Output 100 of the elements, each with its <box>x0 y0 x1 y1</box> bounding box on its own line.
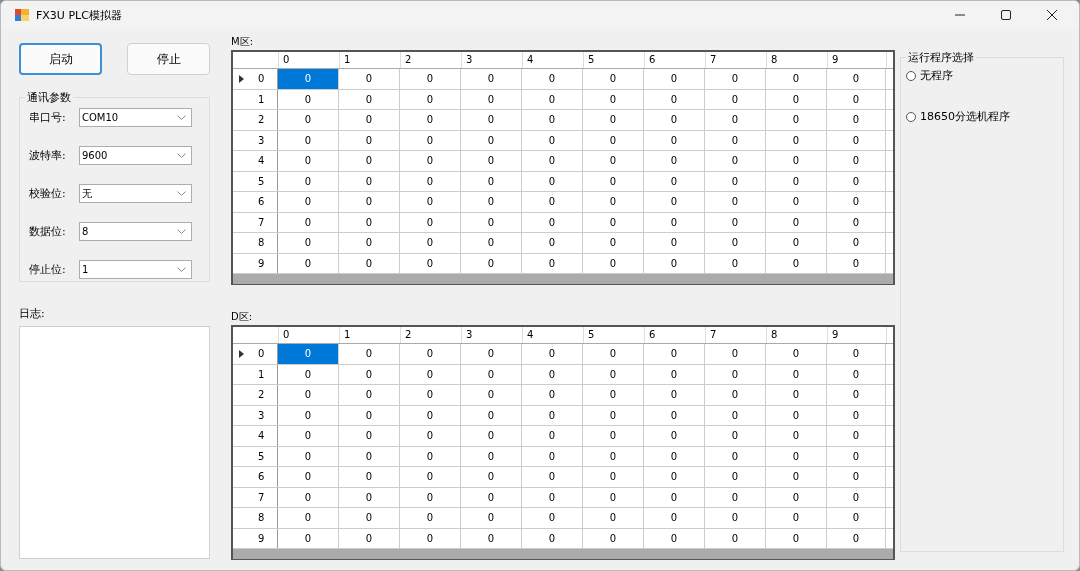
column-header[interactable]: 3 <box>462 327 523 343</box>
table-cell[interactable]: 0 <box>705 405 766 425</box>
column-header[interactable]: 0 <box>279 52 340 68</box>
row-header[interactable]: 8 <box>233 233 278 253</box>
table-cell[interactable]: 0 <box>278 467 339 487</box>
row-header[interactable]: 5 <box>233 171 278 191</box>
table-cell[interactable]: 0 <box>766 364 827 384</box>
table-cell[interactable]: 0 <box>461 130 522 150</box>
table-cell[interactable]: 0 <box>583 344 644 364</box>
table-cell[interactable]: 0 <box>278 253 339 273</box>
close-icon[interactable] <box>1047 10 1057 20</box>
table-cell[interactable]: 0 <box>705 528 766 548</box>
table-cell[interactable]: 0 <box>400 405 461 425</box>
table-cell[interactable]: 0 <box>583 385 644 405</box>
row-header[interactable]: 7 <box>233 487 278 507</box>
table-cell[interactable]: 0 <box>400 364 461 384</box>
table-cell[interactable]: 0 <box>583 364 644 384</box>
table-cell[interactable]: 0 <box>461 253 522 273</box>
table-cell[interactable]: 0 <box>461 171 522 191</box>
table-cell[interactable]: 0 <box>400 171 461 191</box>
table-cell[interactable]: 0 <box>522 151 583 171</box>
table-cell[interactable]: 0 <box>827 385 886 405</box>
table-cell[interactable]: 0 <box>461 110 522 130</box>
table-cell[interactable]: 0 <box>461 426 522 446</box>
table-cell[interactable]: 0 <box>278 171 339 191</box>
table-cell[interactable]: 0 <box>278 364 339 384</box>
table-cell[interactable]: 0 <box>339 487 400 507</box>
table-cell[interactable]: 0 <box>461 487 522 507</box>
table-cell[interactable]: 0 <box>583 487 644 507</box>
row-header[interactable]: 3 <box>233 405 278 425</box>
table-cell[interactable]: 0 <box>766 110 827 130</box>
table-cell[interactable]: 0 <box>827 110 886 130</box>
table-cell[interactable]: 0 <box>583 253 644 273</box>
row-header[interactable]: 8 <box>233 508 278 528</box>
table-cell[interactable]: 0 <box>766 467 827 487</box>
table-cell[interactable]: 0 <box>522 253 583 273</box>
table-cell[interactable]: 0 <box>705 364 766 384</box>
table-cell[interactable]: 0 <box>278 385 339 405</box>
table-cell[interactable]: 0 <box>766 89 827 109</box>
table-cell[interactable]: 0 <box>339 171 400 191</box>
column-header[interactable]: 5 <box>584 327 645 343</box>
table-cell[interactable]: 0 <box>766 130 827 150</box>
scrollbar[interactable] <box>233 274 893 284</box>
row-header[interactable]: 2 <box>233 385 278 405</box>
column-header[interactable]: 7 <box>706 52 767 68</box>
table-cell[interactable]: 0 <box>400 508 461 528</box>
column-header[interactable]: 7 <box>706 327 767 343</box>
table-cell[interactable]: 0 <box>278 130 339 150</box>
table-cell[interactable]: 0 <box>705 192 766 212</box>
action-button[interactable]: 启动 <box>19 43 102 75</box>
table-cell[interactable]: 0 <box>827 426 886 446</box>
table-cell[interactable]: 0 <box>400 69 461 89</box>
table-cell[interactable]: 0 <box>278 446 339 466</box>
table-cell[interactable]: 0 <box>339 192 400 212</box>
table-cell[interactable]: 0 <box>339 130 400 150</box>
row-header[interactable]: 5 <box>233 446 278 466</box>
action-button[interactable]: 停止 <box>127 43 210 75</box>
table-cell[interactable]: 0 <box>278 110 339 130</box>
table-cell[interactable]: 0 <box>827 212 886 232</box>
table-cell[interactable]: 0 <box>644 364 705 384</box>
table-cell[interactable]: 0 <box>766 508 827 528</box>
table-cell[interactable]: 0 <box>705 487 766 507</box>
table-cell[interactable]: 0 <box>766 171 827 191</box>
row-header[interactable]: 1 <box>233 89 278 109</box>
column-header[interactable]: 9 <box>828 327 887 343</box>
table-cell[interactable]: 0 <box>461 89 522 109</box>
table-cell[interactable]: 0 <box>705 446 766 466</box>
table-cell[interactable]: 0 <box>583 110 644 130</box>
table-cell[interactable]: 0 <box>705 171 766 191</box>
table-cell[interactable]: 0 <box>705 385 766 405</box>
table-cell[interactable]: 0 <box>644 528 705 548</box>
table-cell[interactable]: 0 <box>705 69 766 89</box>
table-cell[interactable]: 0 <box>644 405 705 425</box>
table-cell[interactable]: 0 <box>339 467 400 487</box>
table-cell[interactable]: 0 <box>461 192 522 212</box>
table-cell[interactable]: 0 <box>461 446 522 466</box>
table-cell[interactable]: 0 <box>278 151 339 171</box>
table-cell[interactable]: 0 <box>705 212 766 232</box>
table-cell[interactable]: 0 <box>522 89 583 109</box>
table-cell[interactable]: 0 <box>827 192 886 212</box>
table-cell[interactable]: 0 <box>522 528 583 548</box>
table-cell[interactable]: 0 <box>644 69 705 89</box>
combo-box[interactable]: 1 <box>79 260 192 279</box>
combo-box[interactable]: 8 <box>79 222 192 241</box>
table-cell[interactable]: 0 <box>644 385 705 405</box>
table-cell[interactable]: 0 <box>461 344 522 364</box>
table-cell[interactable]: 0 <box>522 405 583 425</box>
table-cell[interactable]: 0 <box>705 89 766 109</box>
table-cell[interactable]: 0 <box>766 192 827 212</box>
table-cell[interactable]: 0 <box>522 212 583 232</box>
table-cell[interactable]: 0 <box>583 69 644 89</box>
table-cell[interactable]: 0 <box>583 192 644 212</box>
table-cell[interactable]: 0 <box>644 344 705 364</box>
table-cell[interactable]: 0 <box>339 405 400 425</box>
table-cell[interactable]: 0 <box>705 130 766 150</box>
radio-option[interactable]: 无程序 <box>906 68 953 83</box>
table-cell[interactable]: 0 <box>827 487 886 507</box>
table-cell[interactable]: 0 <box>461 508 522 528</box>
table-cell[interactable]: 0 <box>827 364 886 384</box>
table-cell[interactable]: 0 <box>644 130 705 150</box>
